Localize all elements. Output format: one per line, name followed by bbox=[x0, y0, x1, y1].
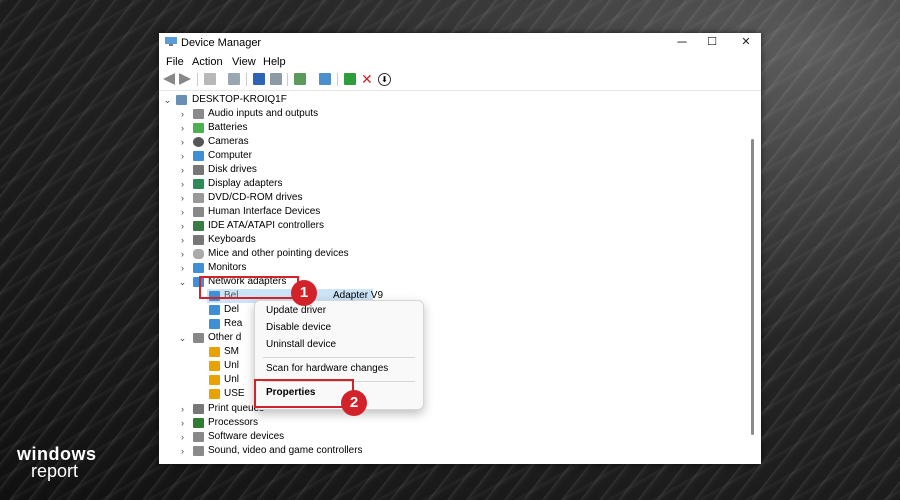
tree-item-label: IDE ATA/ATAPI controllers bbox=[208, 220, 324, 231]
computer-icon bbox=[176, 95, 187, 105]
maximize-button[interactable]: ☐ bbox=[697, 33, 727, 51]
print-icon[interactable] bbox=[294, 73, 306, 85]
title-bar: Device Manager ─ ☐ ✕ bbox=[159, 33, 761, 51]
warning-icon bbox=[209, 361, 220, 371]
mouse-icon bbox=[193, 249, 204, 259]
speaker-icon bbox=[193, 109, 204, 119]
dvd-drive-icon bbox=[193, 193, 204, 203]
ide-controller-icon bbox=[193, 221, 204, 231]
toolbar-separator bbox=[246, 73, 247, 86]
tree-item-label: Audio inputs and outputs bbox=[208, 108, 319, 119]
menu-file[interactable]: File bbox=[166, 56, 184, 68]
tree-subitem-label: Rea bbox=[224, 318, 243, 329]
tree-item-label: Processors bbox=[208, 417, 259, 428]
menu-item-scan-hardware[interactable]: Scan for hardware changes bbox=[266, 363, 388, 374]
monitor-icon bbox=[193, 151, 204, 161]
vertical-scrollbar[interactable] bbox=[745, 91, 761, 464]
hid-icon bbox=[193, 207, 204, 217]
keyboard-icon bbox=[193, 235, 204, 245]
toolbar-separator bbox=[197, 73, 198, 86]
menu-help[interactable]: Help bbox=[263, 56, 286, 68]
uninstall-icon[interactable]: ✕ bbox=[361, 72, 373, 86]
tree-item-label: Batteries bbox=[208, 122, 248, 133]
tree-root-label: DESKTOP-KROIQ1F bbox=[192, 94, 287, 105]
other-devices-icon bbox=[193, 333, 204, 343]
chevron-down-icon[interactable]: ⌄ bbox=[178, 275, 187, 289]
tree-subitem-label: SM bbox=[224, 346, 239, 357]
software-device-icon bbox=[193, 432, 204, 442]
tree-item-label: Computer bbox=[208, 150, 252, 161]
tree-item-label: Sound, video and game controllers bbox=[208, 445, 363, 456]
toolbar-separator bbox=[287, 73, 288, 86]
toolbar-separator bbox=[337, 73, 338, 86]
tree-item-label: Monitors bbox=[208, 262, 247, 273]
tree-item-label: Keyboards bbox=[208, 234, 256, 245]
network-adapter-icon bbox=[209, 319, 220, 329]
properties-view-icon[interactable] bbox=[204, 73, 216, 85]
tree-item-label: Display adapters bbox=[208, 178, 283, 189]
menu-item-disable-device[interactable]: Disable device bbox=[266, 322, 331, 333]
tree-item-label: Mice and other pointing devices bbox=[208, 248, 349, 259]
tree-subitem-label: Unl bbox=[224, 374, 240, 385]
disk-icon bbox=[193, 165, 204, 175]
scan-hardware-icon[interactable] bbox=[319, 73, 331, 85]
highlight-box-network-adapters bbox=[199, 276, 299, 299]
printer-icon bbox=[193, 404, 204, 414]
display-adapter-icon bbox=[193, 179, 204, 189]
battery-icon bbox=[193, 123, 204, 133]
scrollbar-thumb[interactable] bbox=[751, 139, 754, 435]
device-manager-window: Device Manager ─ ☐ ✕ File Action View He… bbox=[159, 33, 761, 464]
show-hide-icon[interactable] bbox=[228, 73, 240, 85]
menu-item-update-driver[interactable]: Update driver bbox=[266, 305, 326, 316]
menu-separator bbox=[263, 357, 415, 358]
tree-item-label: Disk drives bbox=[208, 164, 257, 175]
menu-item-uninstall-device[interactable]: Uninstall device bbox=[266, 339, 336, 350]
network-adapter-icon bbox=[209, 305, 220, 315]
tree-item-label: Software devices bbox=[208, 431, 285, 442]
step-badge-2: 2 bbox=[341, 390, 367, 416]
disable-icon[interactable]: ⬇ bbox=[378, 73, 391, 86]
tree-item-label: Other d bbox=[208, 332, 242, 343]
highlight-box-properties bbox=[254, 379, 354, 408]
sound-icon bbox=[193, 446, 204, 456]
tree-subitem-label: USE bbox=[224, 388, 245, 399]
camera-icon bbox=[193, 137, 204, 147]
device-manager-icon bbox=[165, 37, 177, 46]
close-button[interactable]: ✕ bbox=[731, 33, 761, 51]
menu-bar: File Action View Help bbox=[159, 51, 761, 70]
warning-icon bbox=[209, 347, 220, 357]
tree-item-label: Cameras bbox=[208, 136, 249, 147]
chevron-down-icon[interactable]: ⌄ bbox=[163, 93, 172, 107]
chevron-down-icon[interactable]: ⌄ bbox=[178, 331, 187, 345]
logo-line-2: report bbox=[31, 461, 79, 481]
tree-item-label: DVD/CD-ROM drives bbox=[208, 192, 303, 203]
warning-icon bbox=[209, 389, 220, 399]
monitor-icon bbox=[193, 263, 204, 273]
window-title: Device Manager bbox=[181, 37, 262, 49]
update-driver-icon[interactable] bbox=[344, 73, 356, 85]
tree-item-label: Human Interface Devices bbox=[208, 206, 321, 217]
resources-icon[interactable] bbox=[270, 73, 282, 85]
warning-icon bbox=[209, 375, 220, 385]
menu-action[interactable]: Action bbox=[192, 56, 223, 68]
windows-report-logo: windows report bbox=[17, 445, 97, 481]
menu-view[interactable]: View bbox=[232, 56, 256, 68]
tree-subitem-label: Unl bbox=[224, 360, 240, 371]
forward-icon[interactable] bbox=[179, 73, 191, 85]
tree-subitem-label: Del bbox=[224, 304, 240, 315]
processor-icon bbox=[193, 418, 204, 428]
step-badge-1: 1 bbox=[291, 280, 317, 306]
toolbar: ✕ ⬇ bbox=[159, 70, 761, 91]
back-icon[interactable] bbox=[163, 73, 175, 85]
help-icon[interactable] bbox=[253, 73, 265, 85]
minimize-button[interactable]: ─ bbox=[667, 33, 697, 51]
